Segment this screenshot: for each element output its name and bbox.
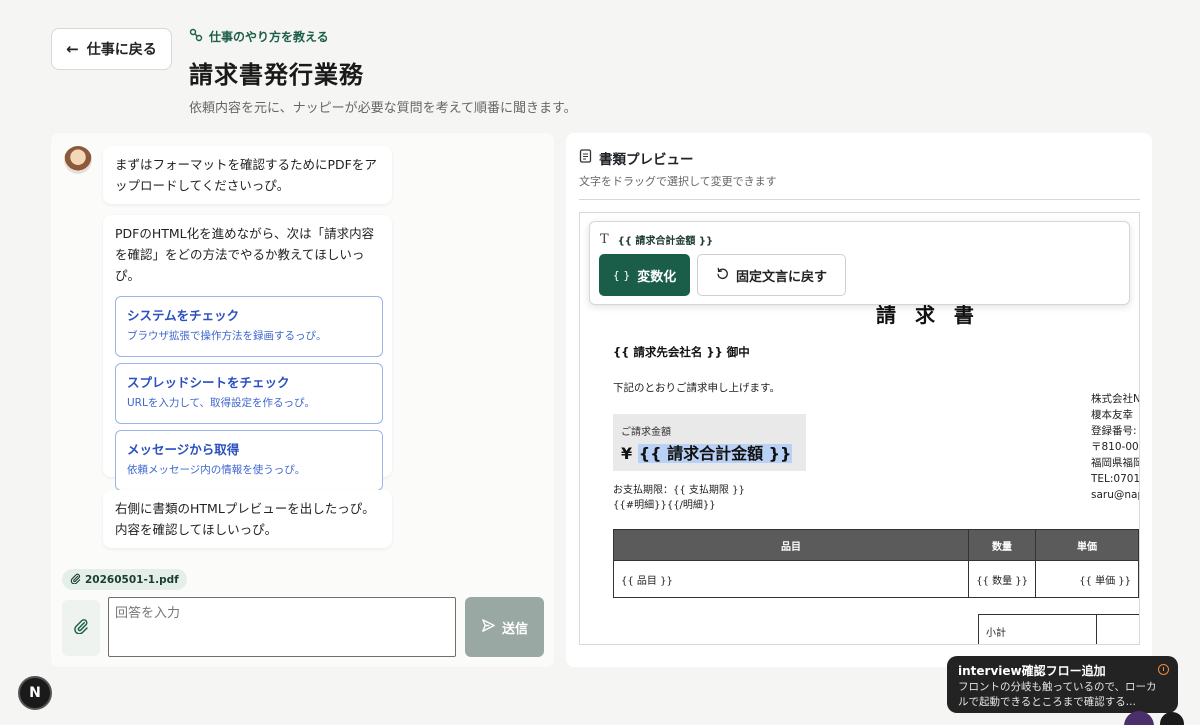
option-desc: URLを入力して、取得設定を作るっぴ。: [127, 397, 315, 409]
dev-badge[interactable]: N: [18, 676, 52, 710]
subtotal-table: 小計: [978, 614, 1139, 644]
page-title: 請求書発行業務: [189, 61, 364, 89]
option-check-system[interactable]: システムをチェック ブラウザ拡張で操作方法を録画するっぴ。: [115, 296, 383, 357]
doc-company-info[interactable]: 株式会社N 榎本友幸 登録番号: 〒810-00 福岡県福岡 TEL:0701 …: [1091, 391, 1140, 503]
selected-amount-variable[interactable]: {{ 請求合計金額 }}: [637, 444, 793, 463]
table-header-qty: 数量: [968, 529, 1036, 561]
chat-message-text: PDFのHTML化を進めながら、次は「請求内容を確認」をどの方法でやるか教えてほ…: [115, 226, 375, 283]
paperclip-icon: [73, 618, 89, 638]
selected-field-name: {{ 請求合計金額 }}: [617, 236, 714, 247]
doc-client-name[interactable]: {{ 請求先会社名 }} 御中: [613, 344, 750, 360]
variable-edit-popover: T {{ 請求合計金額 }} { } 変数化 固定文言に戻す: [589, 221, 1130, 305]
doc-due-date[interactable]: お支払期限：{{ 支払期限 }} {{#明細}}{{/明細}}: [613, 483, 745, 513]
table-header-price: 単価: [1035, 529, 1139, 561]
mascot-avatar[interactable]: [1124, 711, 1154, 725]
attached-file-chip[interactable]: 20260501-1.pdf: [62, 569, 187, 590]
send-button[interactable]: 送信: [465, 597, 544, 657]
selected-field: T {{ 請求合計金額 }}: [600, 232, 713, 247]
option-list: システムをチェック ブラウザ拡張で操作方法を録画するっぴ。 スプレッドシートをチ…: [115, 296, 383, 491]
make-variable-label: 変数化: [637, 269, 677, 285]
arrow-left-icon: ←: [66, 40, 79, 58]
undo-icon: [716, 267, 729, 284]
amount-box: ご請求金額 ¥ {{ 請求合計金額 }}: [613, 414, 806, 471]
page-subtitle: 依頼内容を元に、ナッピーが必要な質問を考えて順番に聞きます。: [189, 101, 577, 116]
chat-panel: まずはフォーマットを確認するためにPDFをアップロードしてくださいっぴ。 PDF…: [51, 133, 554, 667]
dev-badge-label: N: [29, 685, 41, 701]
revert-fixed-text-label: 固定文言に戻す: [735, 269, 827, 285]
subtotal-value[interactable]: [1096, 614, 1139, 644]
send-label: 送信: [501, 620, 528, 636]
option-check-spreadsheet[interactable]: スプレッドシートをチェック URLを入力して、取得設定を作るっぴ。: [115, 363, 383, 424]
option-desc: ブラウザ拡張で操作方法を録画するっぴ。: [127, 330, 327, 342]
preview-header: 書類プレビュー: [579, 148, 694, 168]
back-button-label: 仕事に戻る: [86, 42, 157, 58]
answer-input[interactable]: [108, 597, 456, 657]
preview-title: 書類プレビュー: [599, 152, 694, 168]
file-name: 20260501-1.pdf: [85, 573, 179, 586]
table-row: {{ 品目 }} {{ 数量 }} {{ 単価 }}: [613, 560, 1139, 598]
company-line: 福岡県福岡: [1091, 457, 1140, 469]
revert-fixed-text-button[interactable]: 固定文言に戻す: [697, 254, 846, 296]
workflow-icon: [189, 28, 203, 45]
doc-intro[interactable]: 下記のとおりご請求申し上げます。: [613, 380, 780, 395]
company-line: 登録番号:: [1091, 425, 1137, 437]
send-icon: [481, 618, 496, 636]
kicker-label: 仕事のやり方を教える: [209, 30, 329, 44]
toast-body: フロントの分岐も触っているので、ローカルで起動できるところまで確認する...: [958, 681, 1157, 708]
document-icon: [579, 149, 592, 167]
option-title: スプレッドシートをチェック: [127, 375, 290, 390]
paperclip-icon: [70, 573, 81, 587]
loop-text: {{#明細}}{{/明細}}: [613, 500, 716, 511]
assistant-avatar: [64, 146, 92, 174]
back-to-work-button[interactable]: ← 仕事に戻る: [51, 28, 172, 70]
chat-message-text: まずはフォーマットを確認するためにPDFをアップロードしてくださいっぴ。: [115, 157, 377, 193]
subtotal-label[interactable]: 小計: [978, 614, 1097, 644]
company-line: 〒810-00: [1091, 441, 1139, 453]
company-line: 榎本友幸: [1091, 409, 1133, 421]
toast-title: interview確認フロー追加: [958, 664, 1106, 678]
table-cell[interactable]: {{ 品目 }}: [613, 560, 969, 598]
chat-message: 右側に書類のHTMLプレビューを出したっぴ。内容を確認してほしいっぴ。: [103, 490, 392, 548]
amount-value[interactable]: ¥ {{ 請求合計金額 }}: [621, 440, 798, 464]
option-title: システムをチェック: [127, 308, 240, 323]
items-table: 品目 数量 単価 {{ 品目 }} {{ 数量 }} {{ 単価 }}: [613, 529, 1139, 598]
divider: [579, 199, 1140, 200]
option-title: メッセージから取得: [127, 442, 240, 457]
company-line: TEL:0701: [1091, 473, 1140, 485]
chat-message-text: 右側に書類のHTMLプレビューを出したっぴ。内容を確認してほしいっぴ。: [115, 501, 375, 537]
table-cell[interactable]: {{ 数量 }}: [968, 560, 1036, 598]
chat-message-options: PDFのHTML化を進めながら、次は「請求内容を確認」をどの方法でやるか教えてほ…: [103, 215, 392, 491]
table-cell[interactable]: {{ 単価 }}: [1035, 560, 1139, 598]
page-kicker: 仕事のやり方を教える: [189, 28, 329, 45]
close-icon[interactable]: [1160, 712, 1184, 725]
company-line: 株式会社N: [1091, 393, 1140, 405]
option-from-message[interactable]: メッセージから取得 依頼メッセージ内の情報を使うっぴ。: [115, 430, 383, 491]
amount-label: ご請求金額: [621, 427, 671, 438]
company-line: saru@nap: [1091, 489, 1140, 501]
text-type-icon: T: [600, 232, 609, 247]
composer: 20260501-1.pdf 送信: [51, 558, 554, 667]
make-variable-button[interactable]: { } 変数化: [599, 254, 690, 296]
preview-subtitle: 文字をドラッグで選択して変更できます: [579, 175, 777, 188]
task-toast[interactable]: interview確認フロー追加 フロントの分岐も触っているので、ローカルで起動…: [947, 656, 1178, 713]
preview-panel: 書類プレビュー 文字をドラッグで選択して変更できます 請 請 求 書 {{ 請求…: [566, 133, 1152, 667]
currency-symbol: ¥: [621, 444, 633, 463]
braces-icon: { }: [612, 268, 631, 282]
attach-file-button[interactable]: [62, 600, 100, 656]
option-desc: 依頼メッセージ内の情報を使うっぴ。: [127, 464, 306, 476]
due-text: お支払期限：{{ 支払期限 }}: [613, 485, 745, 496]
chat-message: まずはフォーマットを確認するためにPDFをアップロードしてくださいっぴ。: [103, 146, 392, 204]
clock-icon: [1158, 664, 1169, 675]
table-header-item: 品目: [613, 529, 969, 561]
